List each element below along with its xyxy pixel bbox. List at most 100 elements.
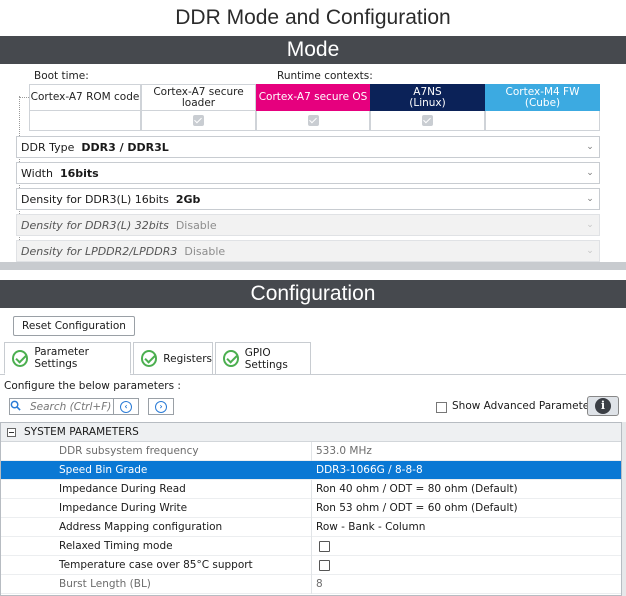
parameters-table: SYSTEM PARAMETERS DDR subsystem frequenc…	[0, 422, 622, 596]
context-checkbox[interactable]	[308, 115, 319, 126]
param-value[interactable]: Ron 40 ohm / ODT = 80 ohm (Default)	[316, 483, 518, 495]
table-row[interactable]: Burst Length (BL) 8	[1, 575, 621, 594]
chevron-down-icon: ⌄	[586, 220, 594, 230]
system-parameters-group[interactable]: SYSTEM PARAMETERS	[1, 423, 621, 442]
context-sublabel: (Linux)	[409, 96, 446, 109]
density-ddr3-16bits-select[interactable]: Density for DDR3(L) 16bits 2Gb ⌄	[16, 188, 600, 210]
relaxed-timing-checkbox[interactable]	[319, 541, 330, 552]
chevron-down-icon: ⌄	[586, 142, 594, 152]
panel-divider	[0, 262, 626, 270]
width-value: 16bits	[59, 166, 99, 180]
context-label: Cortex-A7 secure OS	[258, 91, 368, 103]
column-separator	[311, 480, 312, 499]
column-separator	[311, 499, 312, 518]
column-separator	[311, 575, 312, 594]
search-previous-button[interactable]: ‹	[113, 398, 139, 415]
tab-label: Parameter Settings	[34, 346, 89, 370]
context-cortex-a7-rom-code: Cortex-A7 ROM code	[29, 84, 141, 111]
width-select[interactable]: Width 16bits ⌄	[16, 162, 600, 184]
configure-instruction: Configure the below parameters :	[4, 380, 181, 392]
param-value: 533.0 MHz	[316, 445, 372, 457]
tab-label: Registers	[163, 352, 212, 365]
temperature-case-checkbox[interactable]	[319, 560, 330, 571]
runtime-contexts-label: Runtime contexts:	[277, 70, 373, 82]
info-button[interactable]: i	[587, 396, 619, 416]
boot-time-label: Boot time:	[34, 70, 89, 82]
context-label: Cortex-A7 secure loader	[153, 85, 244, 109]
param-name: Impedance During Write	[59, 502, 188, 514]
page-title: DDR Mode and Configuration	[175, 6, 451, 29]
show-advanced-label: Show Advanced Parameters	[452, 400, 599, 412]
column-separator	[311, 556, 312, 575]
search-icon	[10, 400, 21, 411]
ddr-type-select[interactable]: DDR Type DDR3 / DDR3L ⌄	[16, 136, 600, 158]
param-name: Burst Length (BL)	[59, 578, 151, 590]
active-tab-gap	[5, 374, 130, 375]
context-a7ns-linux: A7NS (Linux)	[370, 84, 485, 111]
table-row[interactable]: Address Mapping configuration Row - Bank…	[1, 518, 621, 537]
density-lpddr-label: Density for LPDDR2/LPDDR3	[21, 244, 178, 258]
param-name: Temperature case over 85°C support	[59, 559, 253, 571]
context-check-cell	[485, 111, 600, 131]
check-circle-icon	[141, 350, 158, 367]
table-row[interactable]: Speed Bin Grade DDR3-1066G / 8-8-8	[1, 461, 621, 480]
density-32bits-value: Disable	[175, 218, 217, 232]
info-icon: i	[595, 398, 611, 414]
param-value[interactable]: DDR3-1066G / 8-8-8	[316, 464, 423, 476]
reset-configuration-button[interactable]: Reset Configuration	[13, 316, 135, 336]
context-check-cell	[256, 111, 370, 131]
tree-connector	[19, 97, 29, 98]
context-label: Cortex-A7 ROM code	[30, 91, 140, 103]
chevron-left-icon: ‹	[120, 400, 132, 413]
ddr-type-label: DDR Type	[21, 140, 75, 154]
param-value[interactable]: Ron 53 ohm / ODT = 60 ohm (Default)	[316, 502, 518, 514]
mode-header: Mode	[0, 36, 626, 64]
configuration-header: Configuration	[0, 280, 626, 308]
column-separator	[311, 518, 312, 537]
tab-label: GPIO Settings	[244, 346, 288, 371]
chevron-down-icon: ⌄	[586, 194, 594, 204]
tab-gpio-settings[interactable]: GPIO Settings	[215, 342, 311, 374]
check-circle-icon	[223, 350, 239, 367]
search-input[interactable]: Search (Ctrl+F)	[9, 398, 117, 415]
context-cortex-m4-fw-cube: Cortex-M4 FW (Cube)	[485, 84, 600, 111]
param-name: Relaxed Timing mode	[59, 540, 173, 552]
param-name: Impedance During Read	[59, 483, 186, 495]
param-name: DDR subsystem frequency	[59, 445, 199, 457]
density-lpddr-select[interactable]: Density for LPDDR2/LPDDR3 Disable ⌄	[16, 240, 600, 262]
table-row[interactable]: DDR subsystem frequency 533.0 MHz	[1, 442, 621, 461]
tab-registers[interactable]: Registers	[133, 342, 213, 374]
context-check-cell	[141, 111, 256, 131]
density-16bits-value: 2Gb	[175, 192, 201, 206]
param-value[interactable]: Row - Bank - Column	[316, 521, 425, 533]
group-label: SYSTEM PARAMETERS	[24, 426, 139, 438]
vertical-scrollbar[interactable]	[622, 422, 626, 596]
chevron-down-icon: ⌄	[586, 246, 594, 256]
table-row[interactable]: Temperature case over 85°C support	[1, 556, 621, 575]
ddr-configuration-window: DDR Mode and Configuration Mode Boot tim…	[0, 0, 626, 596]
context-check-cell	[29, 111, 141, 131]
width-label: Width	[21, 166, 53, 180]
table-row[interactable]: Relaxed Timing mode	[1, 537, 621, 556]
context-check-cell	[370, 111, 485, 131]
table-row[interactable]: Impedance During Write Ron 53 ohm / ODT …	[1, 499, 621, 518]
column-separator	[311, 442, 312, 461]
search-next-button[interactable]: ›	[148, 398, 174, 415]
tab-parameter-settings[interactable]: Parameter Settings	[4, 342, 131, 374]
show-advanced-checkbox[interactable]	[436, 402, 447, 413]
table-row[interactable]: Impedance During Read Ron 40 ohm / ODT =…	[1, 480, 621, 499]
context-sublabel: (Cube)	[524, 96, 561, 109]
context-label: Cortex-M4 FW	[505, 85, 580, 98]
column-separator	[311, 537, 312, 556]
collapse-icon[interactable]	[7, 427, 16, 437]
chevron-right-icon: ›	[155, 400, 167, 413]
context-checkbox[interactable]	[193, 115, 204, 126]
context-checkbox[interactable]	[422, 115, 433, 126]
context-cortex-a7-secure-os: Cortex-A7 secure OS	[256, 84, 370, 111]
density-16bits-label: Density for DDR3(L) 16bits	[21, 192, 169, 206]
param-name: Address Mapping configuration	[59, 521, 223, 533]
context-cortex-a7-secure-loader: Cortex-A7 secure loader	[141, 84, 256, 111]
density-ddr3-32bits-select[interactable]: Density for DDR3(L) 32bits Disable ⌄	[16, 214, 600, 236]
check-circle-icon	[12, 349, 29, 367]
param-value: 8	[316, 578, 323, 590]
